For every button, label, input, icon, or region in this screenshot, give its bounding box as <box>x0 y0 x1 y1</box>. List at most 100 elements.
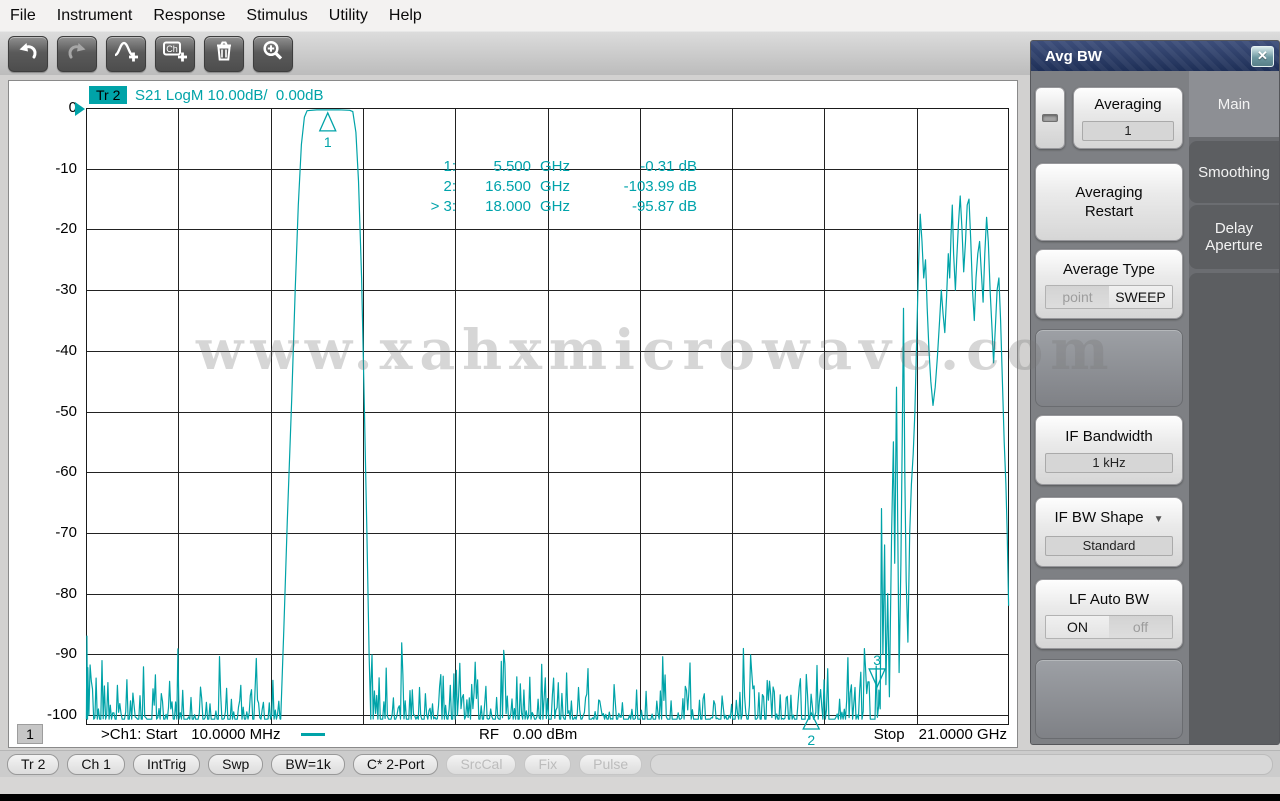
marker-1-label: 1 <box>324 134 332 150</box>
status-button-ch-1[interactable]: Ch 1 <box>67 753 125 775</box>
if-bw-shape-button[interactable]: IF BW Shape ▼ Standard <box>1035 497 1183 567</box>
averaging-restart-label: Averaging Restart <box>1075 184 1143 220</box>
mk-num: 1: <box>443 158 456 175</box>
zoom-in-icon <box>261 39 285 68</box>
panel-controls-column: Averaging 1 Averaging Restart Average Ty… <box>1031 71 1189 744</box>
averaging-toggle-button[interactable] <box>1035 87 1065 149</box>
mk-freq: 5.500 <box>493 158 531 175</box>
mk-val: -0.31 dB <box>640 158 697 175</box>
status-empty-field <box>650 753 1273 775</box>
status-button-inttrig[interactable]: IntTrig <box>132 753 201 775</box>
tool-button-zoom-in[interactable] <box>253 35 293 72</box>
blank-button-2 <box>1035 659 1183 739</box>
menu-bar: File Instrument Response Stimulus Utility Hel… <box>0 0 1280 31</box>
menu-item-response[interactable]: Response <box>153 7 225 25</box>
if-bandwidth-value: 1 kHz <box>1045 453 1173 473</box>
mk-unit: GHz <box>540 198 570 215</box>
tool-button-add-trace[interactable] <box>106 35 146 72</box>
status-strip <box>0 777 1280 794</box>
averaging-value: 1 <box>1082 121 1174 141</box>
mk-num: 2: <box>443 178 456 195</box>
menu-item-file[interactable]: File <box>10 7 36 25</box>
close-icon: ✕ <box>1257 47 1268 63</box>
status-button-bw-1k[interactable]: BW=1k <box>271 753 345 775</box>
rf-power-label: RF 0.00 dBm <box>479 724 577 746</box>
mk-unit: GHz <box>540 158 570 175</box>
status-button-fix[interactable]: Fix <box>524 753 572 775</box>
panel-title-bar: Avg BW ✕ <box>1031 41 1279 71</box>
average-type-option-sweep[interactable]: SWEEP <box>1109 285 1172 308</box>
menu-item-utility[interactable]: Utility <box>329 7 368 25</box>
undo-icon <box>16 40 40 67</box>
chart-footer: 1 >Ch1: Start 10.0000 MHz RF 0.00 dBm Stop… <box>9 724 1017 746</box>
tab-smoothing[interactable]: Smoothing <box>1189 141 1279 203</box>
if-bw-shape-text: IF BW Shape <box>1054 509 1144 526</box>
stop-value: 21.0000 GHz <box>918 726 1007 743</box>
tool-button-redo[interactable] <box>57 35 97 72</box>
status-button-pulse[interactable]: Pulse <box>579 753 643 775</box>
average-type-option-point[interactable]: point <box>1046 285 1109 308</box>
marker-readout: 1: 5.500 GHz -0.31 dB 2: 16.500 GHz -103.99 dB >… <box>386 157 697 217</box>
status-button-srccal[interactable]: SrcCal <box>446 753 517 775</box>
menu-item-stimulus[interactable]: Stimulus <box>246 7 307 25</box>
status-button-tr-2[interactable]: Tr 2 <box>7 753 60 775</box>
if-bandwidth-button[interactable]: IF Bandwidth 1 kHz <box>1035 415 1183 485</box>
panel-title: Avg BW <box>1045 47 1102 65</box>
lf-auto-bw-option-off[interactable]: off <box>1109 615 1172 638</box>
bottom-black-bar <box>0 794 1280 801</box>
rf-value: 0.00 dBm <box>513 726 578 743</box>
panel-tabs-column: Main Smoothing Delay Aperture <box>1189 71 1279 744</box>
y-tick--50: -50 <box>55 402 77 420</box>
if-bw-shape-value: Standard <box>1045 536 1173 556</box>
marker-readout-row: > 3: 18.000 GHz -95.87 dB <box>386 197 697 217</box>
lf-auto-bw-label: LF Auto BW <box>1068 590 1150 608</box>
averaging-restart-button[interactable]: Averaging Restart <box>1035 163 1183 241</box>
tool-button-delete-trace[interactable] <box>204 35 244 72</box>
y-tick-0: 0 <box>68 99 77 116</box>
reference-level-triangle[interactable] <box>75 102 85 116</box>
chart-panel: Tr 2 S21 LogM 10.00dB/ 0.00dB 0 -10 -20 -30… <box>8 80 1018 748</box>
if-bandwidth-label: IF Bandwidth <box>1065 428 1153 445</box>
tool-button-add-channel[interactable]: Ch <box>155 35 195 72</box>
y-tick--80: -80 <box>55 584 77 602</box>
lf-auto-bw-segmented: ON off <box>1045 614 1173 639</box>
blank-button-1 <box>1035 329 1183 407</box>
delete-trace-icon <box>212 39 236 68</box>
y-tick--20: -20 <box>55 220 77 238</box>
if-bw-shape-label: IF BW Shape ▼ <box>1046 506 1171 531</box>
y-tick--40: -40 <box>55 341 77 359</box>
y-tick--70: -70 <box>55 523 77 541</box>
close-button[interactable]: ✕ <box>1251 45 1274 67</box>
status-button-c-2-port[interactable]: C* 2-Port <box>352 753 439 775</box>
tabs-filler <box>1189 273 1279 744</box>
y-tick--30: -30 <box>55 281 77 299</box>
rf-label: RF <box>479 726 499 743</box>
tab-main[interactable]: Main <box>1189 71 1279 137</box>
status-button-swp[interactable]: Swp <box>208 753 264 775</box>
mk-unit: GHz <box>540 178 570 195</box>
average-type-button[interactable]: Average Type point SWEEP <box>1035 249 1183 319</box>
svg-text:Ch: Ch <box>166 44 178 54</box>
tool-button-undo[interactable] <box>8 35 48 72</box>
menu-item-instrument[interactable]: Instrument <box>57 7 133 25</box>
mk-val: -103.99 dB <box>623 178 697 195</box>
trace-color-dash <box>301 733 325 736</box>
trace-badge[interactable]: Tr 2 <box>89 86 128 104</box>
trace-format-label[interactable]: S21 LogM 10.00dB/ 0.00dB <box>135 87 323 104</box>
marker-readout-row: 2: 16.500 GHz -103.99 dB <box>386 177 697 197</box>
y-tick--60: -60 <box>55 463 77 481</box>
start-frequency-label: >Ch1: Start 10.0000 MHz <box>101 724 281 746</box>
marker-readout-row: 1: 5.500 GHz -0.31 dB <box>386 157 697 177</box>
panel-body: Averaging 1 Averaging Restart Average Ty… <box>1031 71 1279 744</box>
marker-1-triangle[interactable] <box>318 111 337 132</box>
lf-auto-bw-button[interactable]: LF Auto BW ON off <box>1035 579 1183 649</box>
averaging-label: Averaging <box>1094 96 1162 113</box>
channel-number-box[interactable]: 1 <box>17 724 43 744</box>
menu-item-help[interactable]: Help <box>389 7 422 25</box>
lf-auto-bw-option-on[interactable]: ON <box>1046 615 1109 638</box>
tab-delay-aperture[interactable]: Delay Aperture <box>1189 205 1279 269</box>
averaging-button[interactable]: Averaging 1 <box>1073 87 1183 149</box>
average-type-segmented: point SWEEP <box>1045 284 1173 309</box>
y-tick--90: -90 <box>55 645 77 663</box>
start-value: 10.0000 MHz <box>191 726 281 743</box>
